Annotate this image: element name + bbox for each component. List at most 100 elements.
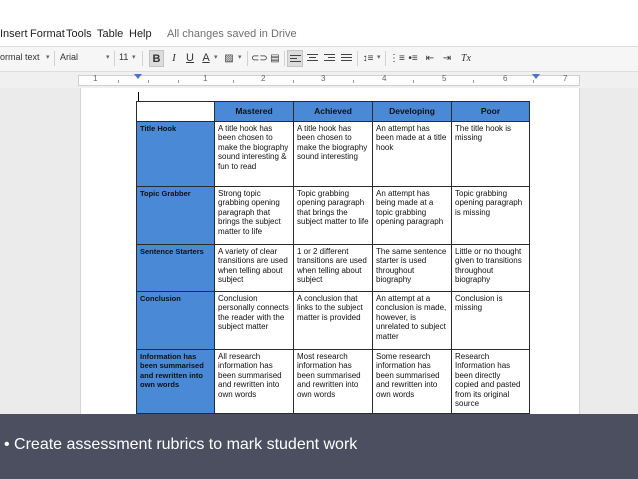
ruler-tick xyxy=(148,80,149,83)
highlight-dropdown-icon[interactable]: ▾ xyxy=(238,53,242,61)
clear-formatting-button[interactable]: Tx xyxy=(458,50,474,67)
corner-cell[interactable] xyxy=(136,101,215,122)
italic-button[interactable]: I xyxy=(168,50,180,67)
row-label[interactable]: Sentence Starters xyxy=(136,244,215,292)
highlight-color-icon[interactable]: ▨ xyxy=(222,50,236,67)
row-label[interactable]: Topic Grabber xyxy=(136,186,215,245)
table-cell[interactable]: Conclusion is missing xyxy=(451,291,530,350)
ruler-number: 5 xyxy=(442,74,447,83)
link-icon[interactable]: ⊂⊃ xyxy=(251,50,268,67)
menu-help[interactable]: Help xyxy=(129,28,152,40)
table-cell[interactable]: Research Information has been directly c… xyxy=(451,349,530,414)
ruler-number: 2 xyxy=(261,74,266,83)
table-row: Title Hook A title hook has been chosen … xyxy=(136,121,530,187)
style-select[interactable]: ormal text xyxy=(0,52,40,62)
table-cell[interactable]: Little or no thought given to transition… xyxy=(451,244,530,292)
header-poor[interactable]: Poor xyxy=(451,101,530,122)
ruler-tick xyxy=(413,80,414,83)
table-row: Conclusion Conclusion personally connect… xyxy=(136,291,530,350)
header-developing[interactable]: Developing xyxy=(372,101,452,122)
table-cell[interactable]: An attempt at a conclusion is made, howe… xyxy=(372,291,452,350)
justify-button[interactable] xyxy=(339,50,355,67)
row-label[interactable]: Information has been summarised and rewr… xyxy=(136,349,215,414)
table-cell[interactable]: A variety of clear transitions are used … xyxy=(214,244,294,292)
slide-caption: • Create assessment rubrics to mark stud… xyxy=(4,436,358,453)
ruler-tick xyxy=(353,80,354,83)
table-cell[interactable]: A title hook has been chosen to make the… xyxy=(293,121,373,187)
menu-tools[interactable]: Tools xyxy=(66,28,92,40)
table-cell[interactable]: Topic grabbing opening paragraph that br… xyxy=(293,186,373,245)
bold-button[interactable]: B xyxy=(149,50,164,67)
decrease-indent-icon[interactable]: ⇤ xyxy=(423,50,437,67)
ruler-tick xyxy=(473,80,474,83)
left-indent-marker[interactable] xyxy=(134,74,142,79)
bulleted-list-icon[interactable]: •≡ xyxy=(406,50,420,67)
table-cell[interactable]: All research information has been summar… xyxy=(214,349,294,414)
toolbar-divider xyxy=(385,51,386,66)
table-cell[interactable]: Some research information has been summa… xyxy=(372,349,452,414)
line-spacing-dropdown-icon[interactable]: ▾ xyxy=(377,53,381,61)
comment-icon[interactable]: ▤ xyxy=(269,50,281,67)
table-row: Sentence Starters A variety of clear tra… xyxy=(136,244,530,292)
row-label[interactable]: Conclusion xyxy=(136,291,215,350)
table-cell[interactable]: Topic grabbing opening paragraph is miss… xyxy=(451,186,530,245)
toolbar-divider xyxy=(54,51,55,66)
menu-format[interactable]: Format xyxy=(30,28,65,40)
numbered-list-icon[interactable]: ⋮≡ xyxy=(389,50,405,67)
table-cell[interactable]: Strong topic grabbing opening paragraph … xyxy=(214,186,294,245)
line-spacing-icon[interactable]: ↕≡ xyxy=(361,50,375,67)
table-cell[interactable]: The title hook is missing xyxy=(451,121,530,187)
text-color-dropdown-icon[interactable]: ▾ xyxy=(214,53,218,61)
table-cell[interactable]: The same sentence starter is used throug… xyxy=(372,244,452,292)
font-size-select[interactable]: 11 xyxy=(119,52,128,62)
toolbar-divider xyxy=(142,51,143,66)
toolbar-divider xyxy=(357,51,358,66)
font-size-dropdown-icon[interactable]: ▾ xyxy=(132,53,136,61)
ruler-number: 4 xyxy=(382,74,387,83)
ruler-number: 7 xyxy=(563,74,568,83)
table-cell[interactable]: Conclusion personally connects the reade… xyxy=(214,291,294,350)
menu-table[interactable]: Table xyxy=(97,28,123,40)
toolbar-divider xyxy=(284,51,285,66)
align-right-icon xyxy=(324,54,335,63)
align-left-icon xyxy=(290,55,301,64)
toolbar-divider xyxy=(114,51,115,66)
align-center-icon xyxy=(307,54,318,63)
table-cell[interactable]: A title hook has been chosen to make the… xyxy=(214,121,294,187)
font-select[interactable]: Arial xyxy=(60,52,78,62)
save-status[interactable]: All changes saved in Drive xyxy=(167,28,297,40)
table-cell[interactable]: 1 or 2 different transitions are used wh… xyxy=(293,244,373,292)
header-mastered[interactable]: Mastered xyxy=(214,101,294,122)
align-center-button[interactable] xyxy=(305,50,321,67)
table-cell[interactable]: A conclusion that links to the subject m… xyxy=(293,291,373,350)
table-row: Topic Grabber Strong topic grabbing open… xyxy=(136,186,530,245)
menu-bar: Insert Format Tools Table Help All chang… xyxy=(0,0,638,46)
ruler-tick xyxy=(178,80,179,83)
align-right-button[interactable] xyxy=(322,50,338,67)
text-color-button[interactable]: A xyxy=(200,50,212,67)
ruler-tick xyxy=(293,80,294,83)
ruler-number: 1 xyxy=(203,74,208,83)
ruler-tick xyxy=(533,80,534,83)
ruler-number: 1 xyxy=(93,74,98,83)
table-cell[interactable]: Most research information has been summa… xyxy=(293,349,373,414)
style-dropdown-icon[interactable]: ▾ xyxy=(46,53,50,61)
ruler-tick xyxy=(233,80,234,83)
justify-icon xyxy=(341,54,352,63)
table-cell[interactable]: An attempt has been made at a title hook xyxy=(372,121,452,187)
rubric-table[interactable]: Mastered Achieved Developing Poor Title … xyxy=(136,101,530,414)
table-header-row: Mastered Achieved Developing Poor xyxy=(136,101,530,122)
underline-button[interactable]: U xyxy=(184,50,196,67)
increase-indent-icon[interactable]: ⇥ xyxy=(440,50,454,67)
ruler-tick xyxy=(118,80,119,83)
row-label[interactable]: Title Hook xyxy=(136,121,215,187)
right-indent-marker[interactable] xyxy=(532,74,540,79)
ruler-number: 6 xyxy=(503,74,508,83)
menu-insert[interactable]: Insert xyxy=(0,28,28,40)
header-achieved[interactable]: Achieved xyxy=(293,101,373,122)
align-left-button[interactable] xyxy=(287,50,303,67)
font-dropdown-icon[interactable]: ▾ xyxy=(106,53,110,61)
ruler-number: 3 xyxy=(321,74,326,83)
table-cell[interactable]: An attempt has being made at a topic gra… xyxy=(372,186,452,245)
table-row: Information has been summarised and rewr… xyxy=(136,349,530,414)
